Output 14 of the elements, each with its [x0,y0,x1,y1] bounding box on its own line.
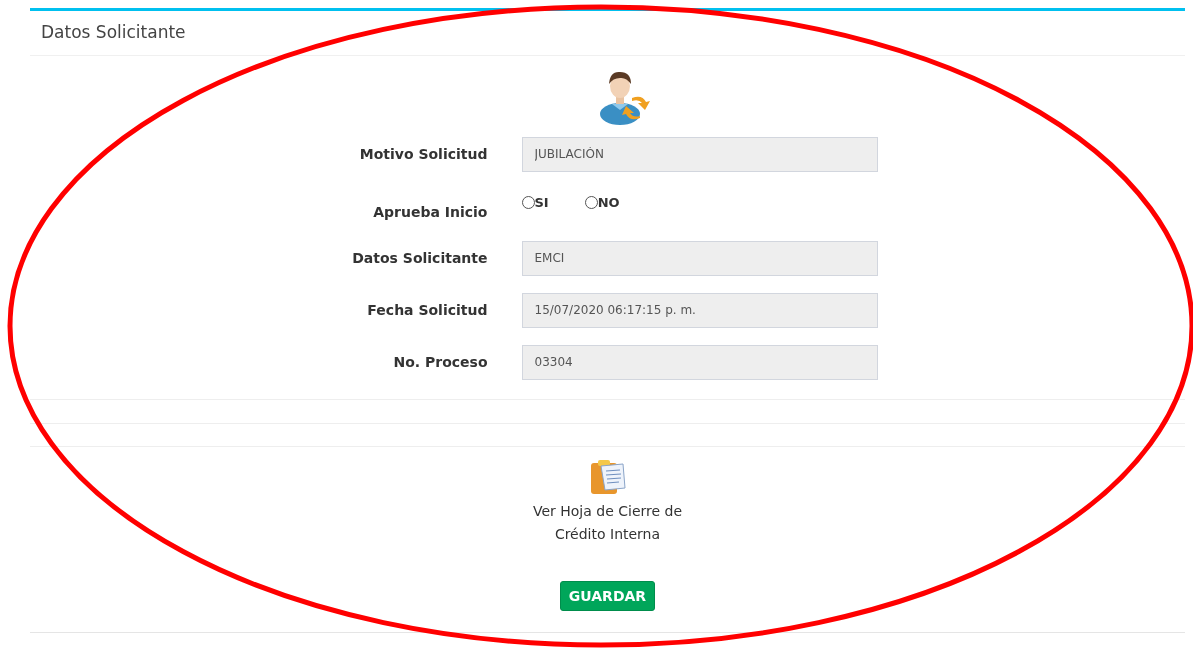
radio-option[interactable]: NO [584,192,620,212]
input-field[interactable]: 03304 [521,344,878,380]
field-label: Aprueba Inicio [372,202,488,222]
field-label: Fecha Solicitud [366,300,488,320]
clipboard-icon [588,458,627,496]
input-field[interactable]: EMCI [521,240,878,276]
field-label: Motivo Solicitud [358,144,488,164]
input-field[interactable]: 15/07/2020 06:17:15 p. m. [521,292,878,328]
document-link[interactable]: Ver Hoja de Cierre de Crédito Interna [532,500,683,546]
panel-title: Datos Solicitante [41,21,186,45]
input-field[interactable]: JUBILACIÓN [521,136,878,172]
radio-option[interactable]: SI [521,192,549,212]
field-label: No. Proceso [392,352,488,372]
field-label: Datos Solicitante [351,248,488,268]
